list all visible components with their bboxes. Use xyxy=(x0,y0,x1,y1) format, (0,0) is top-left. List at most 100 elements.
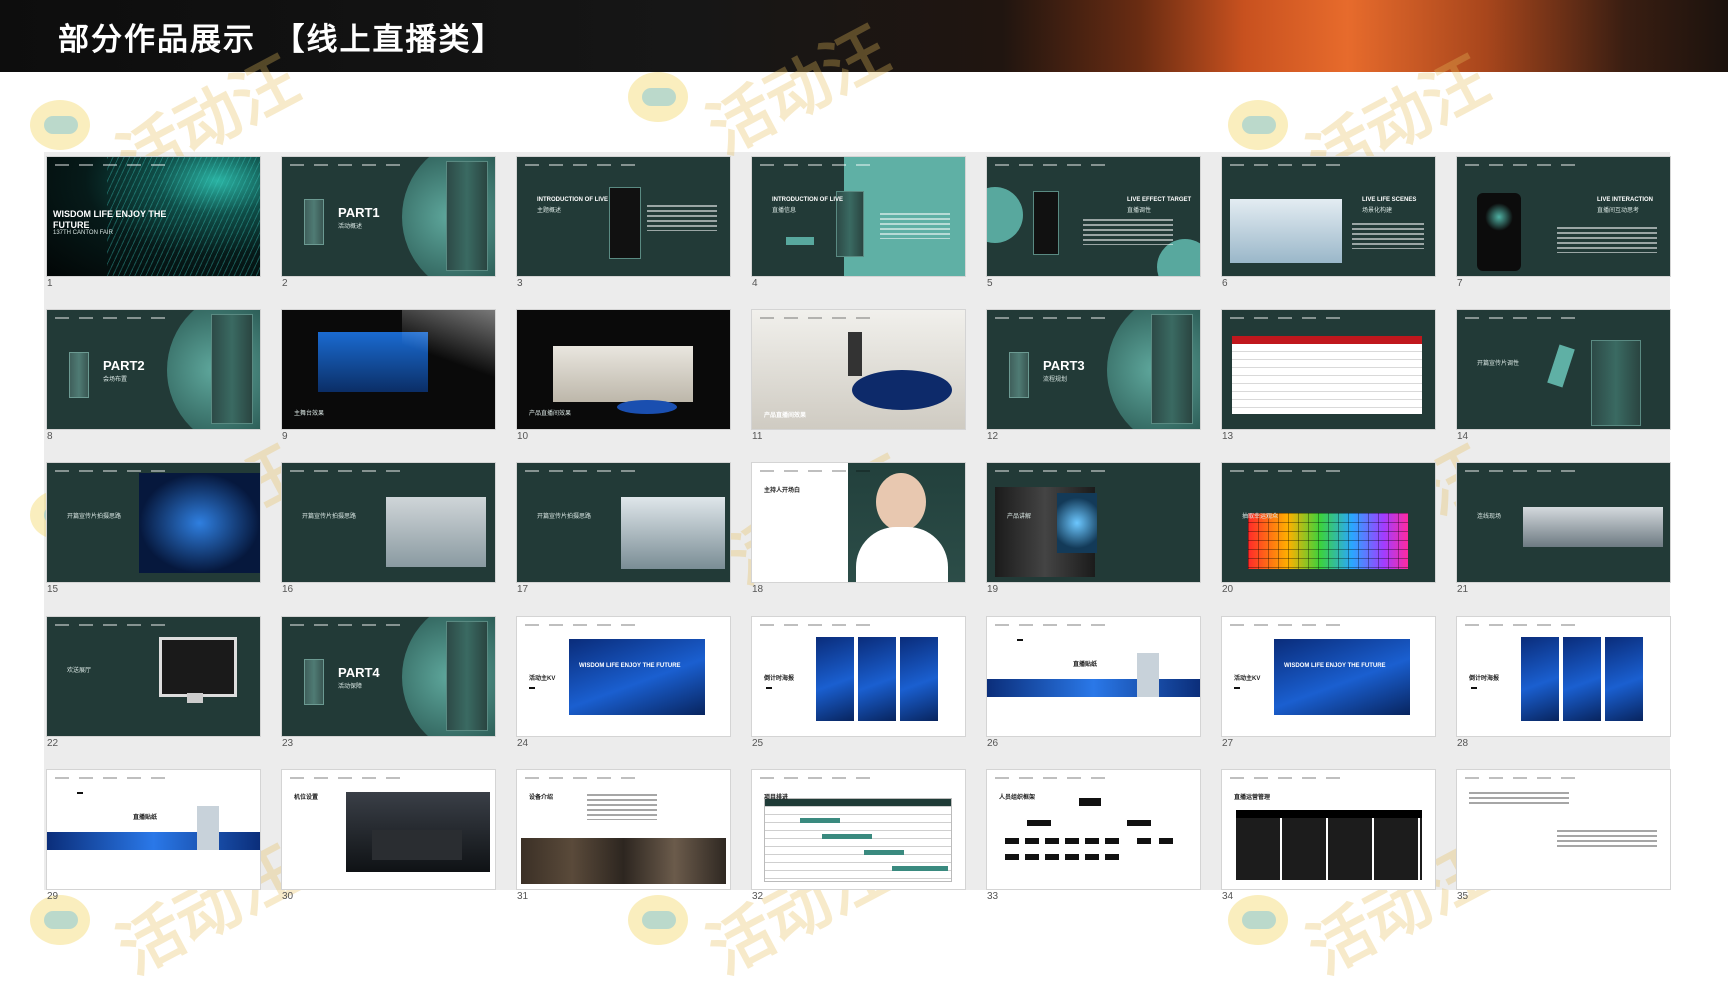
slide-number: 34 xyxy=(1222,891,1234,902)
ops-table xyxy=(1236,810,1422,880)
slide-thumbnail[interactable]: 产品直播间效果 xyxy=(517,310,730,429)
slide-title: LIVE INTERACTION xyxy=(1597,197,1654,203)
gantt-bar xyxy=(864,850,904,855)
slide-nav-bar xyxy=(290,777,400,779)
slide-thumbnail[interactable]: 开篇宣传片调性 xyxy=(1457,310,1670,429)
slide-thumbnail[interactable]: LIVE LIFE SCENES 场景化构建 xyxy=(1222,157,1435,276)
slide-subtitle: 主舞台效果 xyxy=(294,411,325,417)
slide-subtitle: 137TH CANTON FAIR xyxy=(53,230,113,236)
slide-nav-bar xyxy=(290,470,400,472)
monitor xyxy=(159,637,237,697)
slide-number: 4 xyxy=(752,278,758,289)
slide-subtitle: 主题概述 xyxy=(537,208,562,214)
slide-thumbnail[interactable] xyxy=(1457,770,1670,889)
slide-nav-bar xyxy=(55,777,165,779)
slide-thumbnail[interactable]: 主舞台效果 xyxy=(282,310,495,429)
product-fridge xyxy=(211,314,253,424)
slide-thumbnail[interactable]: 倒计时海报 xyxy=(752,617,965,736)
slide-number: 22 xyxy=(47,738,59,749)
slide-title: PART1 xyxy=(338,205,380,220)
slide-thumbnail[interactable]: 开篇宣传片拍摄思路 xyxy=(517,463,730,582)
org-node xyxy=(1027,820,1051,826)
slide-thumbnail[interactable]: INTRODUCTION OF LIVE 主题概述 xyxy=(517,157,730,276)
slide-thumbnail[interactable]: 项目排进 xyxy=(752,770,965,889)
slide-subtitle: 直播运营管理 xyxy=(1234,795,1271,801)
slide-thumbnail[interactable]: 产品讲解 xyxy=(987,463,1200,582)
slide-number: 3 xyxy=(517,278,523,289)
blue-light xyxy=(1057,493,1097,553)
tech-screen xyxy=(139,473,260,573)
lottery-cells xyxy=(1248,513,1408,569)
slide-nav-bar xyxy=(995,624,1105,626)
slide-thumbnail[interactable]: LIVE INTERACTION 直播间互动思考 xyxy=(1457,157,1670,276)
page-header: 部分作品展示 【线上直播类】 xyxy=(0,0,1728,72)
slide-subtitle: 产品直播间效果 xyxy=(529,411,572,417)
product-fridge xyxy=(1591,340,1641,426)
slide-thumbnail[interactable]: 产品直播间效果 xyxy=(752,310,965,429)
watermark-mascot-icon xyxy=(628,72,688,122)
slide-thumbnail[interactable]: PART3 流程规划 xyxy=(987,310,1200,429)
slide-number: 18 xyxy=(752,584,764,595)
slide-thumbnail[interactable]: WISDOM LIFE ENJOY THE FUTURE 137TH CANTON… xyxy=(47,157,260,276)
slide-number: 24 xyxy=(517,738,529,749)
slide-thumbnail[interactable]: 连线现场 xyxy=(1457,463,1670,582)
slide-number: 21 xyxy=(1457,584,1469,595)
slide-thumbnail[interactable]: 直播贴纸 xyxy=(47,770,260,889)
slide-thumbnail[interactable]: 机位设置 xyxy=(282,770,495,889)
org-node xyxy=(1045,838,1059,844)
slide-thumbnail[interactable] xyxy=(1222,310,1435,429)
slide-thumbnail[interactable]: PART2 会场布置 xyxy=(47,310,260,429)
slide-nav-bar xyxy=(1230,470,1340,472)
slide-thumbnail[interactable]: LIVE EFFECT TARGET 直播调性 xyxy=(987,157,1200,276)
product-fridge xyxy=(1033,191,1059,255)
slide-thumbnail[interactable]: PART4 活动保障 xyxy=(282,617,495,736)
slide-thumbnail[interactable]: 人员组织框架 xyxy=(987,770,1200,889)
org-node xyxy=(1127,820,1151,826)
host-figure xyxy=(848,332,862,376)
slide-subtitle: 连线现场 xyxy=(1477,514,1502,520)
org-node xyxy=(1025,838,1039,844)
body-text xyxy=(1469,792,1569,806)
slide-thumbnail[interactable]: 直播运营管理 xyxy=(1222,770,1435,889)
slide-thumbnail[interactable]: WISDOM LIFE ENJOY THE FUTURE 活动主KV xyxy=(517,617,730,736)
gantt-bar xyxy=(800,818,840,823)
org-node xyxy=(1005,838,1019,844)
body-text xyxy=(1557,227,1657,253)
countdown-poster xyxy=(1521,637,1559,721)
slide-thumbnail[interactable]: WISDOM LIFE ENJOY THE FUTURE 活动主KV xyxy=(1222,617,1435,736)
scene-photo xyxy=(1230,199,1342,263)
slide-number: 14 xyxy=(1457,431,1469,442)
product-fridge xyxy=(1151,314,1193,424)
slide-nav-bar xyxy=(995,470,1105,472)
slide-subtitle: 活动概述 xyxy=(338,224,363,230)
product-fridge-small xyxy=(69,352,89,398)
body-text xyxy=(1083,219,1173,245)
slide-thumbnail[interactable]: 主持人开场白 xyxy=(752,463,965,582)
plan-tag xyxy=(1471,687,1477,689)
slide-thumbnail[interactable]: 抽取幸运观众 xyxy=(1222,463,1435,582)
slide-thumbnail[interactable]: INTRODUCTION OF LIVE 直播信息 xyxy=(752,157,965,276)
live-feed xyxy=(1523,507,1663,547)
slide-thumbnail[interactable]: 直播贴纸 xyxy=(987,617,1200,736)
slide-thumbnail[interactable]: PART1 活动概述 xyxy=(282,157,495,276)
slide-subtitle: 开篇宣传片拍摄思路 xyxy=(302,514,357,520)
slide-subtitle: 倒计时海报 xyxy=(1469,676,1500,682)
slide-nav-bar xyxy=(760,317,870,319)
slide-nav-bar xyxy=(55,317,165,319)
slide-subtitle: 产品讲解 xyxy=(1007,514,1032,520)
slide-number: 2 xyxy=(282,278,288,289)
slide-thumbnail[interactable]: 倒计时海报 xyxy=(1457,617,1670,736)
slide-nav-bar xyxy=(1465,164,1575,166)
slide-thumbnail[interactable]: 欢送展厅 xyxy=(47,617,260,736)
slide-thumbnail[interactable]: 开篇宣传片拍摄思路 xyxy=(47,463,260,582)
slide-number: 16 xyxy=(282,584,294,595)
slide-number: 26 xyxy=(987,738,999,749)
slide-subtitle: 直播间互动思考 xyxy=(1597,208,1640,214)
slide-thumbnail[interactable]: 开篇宣传片拍摄思路 xyxy=(282,463,495,582)
slide-subtitle: 会场布置 xyxy=(103,377,128,383)
slide-title: PART4 xyxy=(338,665,380,680)
org-node xyxy=(1137,838,1151,844)
slide-thumbnail[interactable]: 设备介绍 xyxy=(517,770,730,889)
slide-number: 11 xyxy=(752,431,763,442)
slide-nav-bar xyxy=(1465,624,1575,626)
